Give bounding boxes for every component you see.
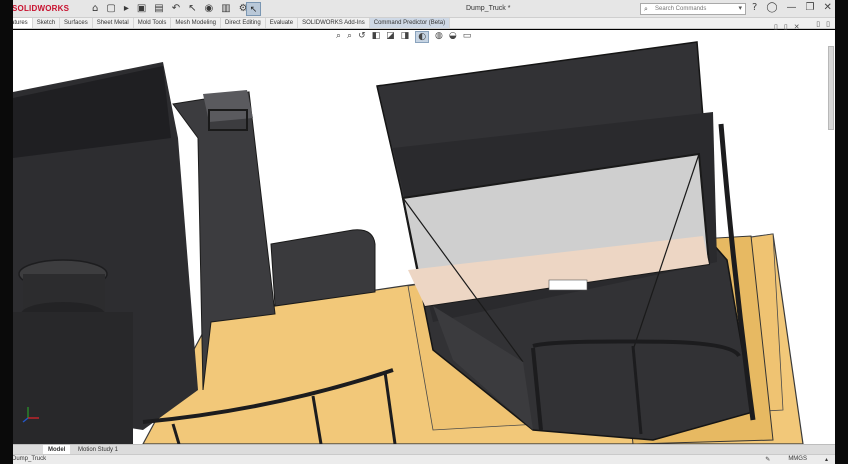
status-document-name: Dump_Truck bbox=[12, 456, 47, 462]
reference-triad-icon bbox=[22, 407, 39, 423]
hide-show-icon[interactable]: ◐ bbox=[415, 31, 430, 43]
unit-system[interactable]: MMGS bbox=[788, 456, 807, 463]
restore-icon[interactable]: ❐ bbox=[806, 2, 815, 13]
solidworks-logo: SOLIDWORKS bbox=[12, 4, 70, 13]
tab-solidworks-add-ins[interactable]: SOLIDWORKS Add-Ins bbox=[298, 18, 370, 28]
undo-icon[interactable]: ↶ bbox=[172, 3, 180, 14]
tab-mesh-modeling[interactable]: Mesh Modeling bbox=[171, 18, 222, 28]
tab-sketch[interactable]: Sketch bbox=[33, 18, 61, 28]
save-icon[interactable]: ▣ bbox=[137, 3, 146, 14]
previous-view-icon[interactable]: ↺ bbox=[358, 31, 366, 43]
print-icon[interactable]: ▤ bbox=[154, 3, 163, 14]
solidworks-window: SOLIDWORKS ⌂ ▢ ▸ ▣ ▤ ↶ ↖ ◉ ▥ ⚙ ↖ Dump_Truck * ⌕ S… bbox=[0, 0, 848, 464]
window-tile-icon[interactable]: ▯ bbox=[816, 20, 820, 28]
zoom-to-fit-icon[interactable]: ⌕ bbox=[336, 31, 341, 43]
help-icon[interactable]: ? bbox=[752, 2, 757, 13]
user-icon[interactable]: ◯ bbox=[766, 2, 777, 13]
dump-truck-model[interactable] bbox=[13, 30, 835, 444]
file-properties-icon[interactable]: ▥ bbox=[221, 3, 230, 14]
document-title: Dump_Truck * bbox=[466, 5, 511, 12]
minimize-icon[interactable]: — bbox=[787, 2, 797, 13]
tab-evaluate[interactable]: Evaluate bbox=[266, 18, 299, 28]
viewport-split-icon[interactable]: ▯ bbox=[784, 23, 788, 31]
edit-appearance-icon[interactable]: ◍ bbox=[435, 31, 443, 43]
tab-mold-tools[interactable]: Mold Tools bbox=[134, 18, 172, 28]
title-bar: SOLIDWORKS ⌂ ▢ ▸ ▣ ▤ ↶ ↖ ◉ ▥ ⚙ ↖ Dump_Truck * ⌕ S… bbox=[0, 0, 848, 18]
chevron-down-icon[interactable]: ▾ bbox=[738, 4, 742, 14]
search-icon: ⌕ bbox=[644, 6, 648, 13]
video-letterbox-left bbox=[0, 0, 13, 464]
search-placeholder: Search Commands bbox=[655, 6, 707, 12]
window-split-icon[interactable]: ▯ bbox=[826, 20, 830, 28]
status-bar: Dump_Truck ✎ MMGS ▴ bbox=[0, 454, 848, 464]
heads-up-view-toolbar: ⌕ ⌕ ↺ ◧ ◪ ◨ ◐ ◍ ◒ ▭ bbox=[336, 31, 471, 43]
section-view-icon[interactable]: ◧ bbox=[372, 31, 381, 43]
tab-sheet-metal[interactable]: Sheet Metal bbox=[93, 18, 134, 28]
command-manager-options: ▯ ▯ bbox=[816, 20, 830, 28]
select-arrow-icon[interactable]: ↖ bbox=[188, 3, 196, 14]
apply-scene-icon[interactable]: ◒ bbox=[449, 31, 457, 43]
open-icon[interactable]: ▸ bbox=[124, 3, 129, 14]
viewport-close-icon[interactable]: ✕ bbox=[794, 23, 800, 31]
graphics-area[interactable] bbox=[13, 30, 835, 444]
viewport-window-controls: ▯ ▯ ✕ bbox=[774, 23, 800, 31]
home-icon[interactable]: ⌂ bbox=[92, 3, 98, 14]
window-controls: ? ◯ — ❐ ✕ bbox=[752, 2, 832, 13]
quick-access-toolbar: ⌂ ▢ ▸ ▣ ▤ ↶ ↖ ◉ ▥ ⚙ bbox=[92, 3, 248, 14]
rebuild-status-icon[interactable]: ✎ bbox=[765, 456, 770, 463]
rebuild-icon[interactable]: ◉ bbox=[205, 3, 214, 14]
search-commands-input[interactable]: ⌕ Search Commands ▾ bbox=[640, 3, 746, 15]
command-manager-tabs: Features Sketch Surfaces Sheet Metal Mold To… bbox=[0, 18, 848, 29]
video-letterbox-right bbox=[835, 0, 848, 464]
tab-surfaces[interactable]: Surfaces bbox=[60, 18, 93, 28]
view-orientation-icon[interactable]: ◪ bbox=[386, 31, 395, 43]
zoom-area-icon[interactable]: ⌕ bbox=[347, 31, 352, 43]
status-options-icon[interactable]: ▴ bbox=[825, 456, 828, 463]
viewport-tile-icon[interactable]: ▯ bbox=[774, 23, 778, 31]
view-settings-icon[interactable]: ▭ bbox=[463, 31, 472, 43]
select-tool-button[interactable]: ↖ bbox=[246, 2, 261, 16]
status-right: ✎ MMGS ▴ bbox=[765, 456, 828, 463]
display-style-icon[interactable]: ◨ bbox=[401, 31, 410, 43]
new-file-icon[interactable]: ▢ bbox=[106, 3, 115, 14]
tab-direct-editing[interactable]: Direct Editing bbox=[221, 18, 266, 28]
tab-command-predictor-beta[interactable]: Command Predictor (Beta) bbox=[369, 18, 451, 28]
close-icon[interactable]: ✕ bbox=[823, 2, 831, 13]
task-pane-scrollbar[interactable] bbox=[828, 46, 834, 130]
model-tabs-bar: Model Motion Study 1 bbox=[13, 444, 835, 455]
